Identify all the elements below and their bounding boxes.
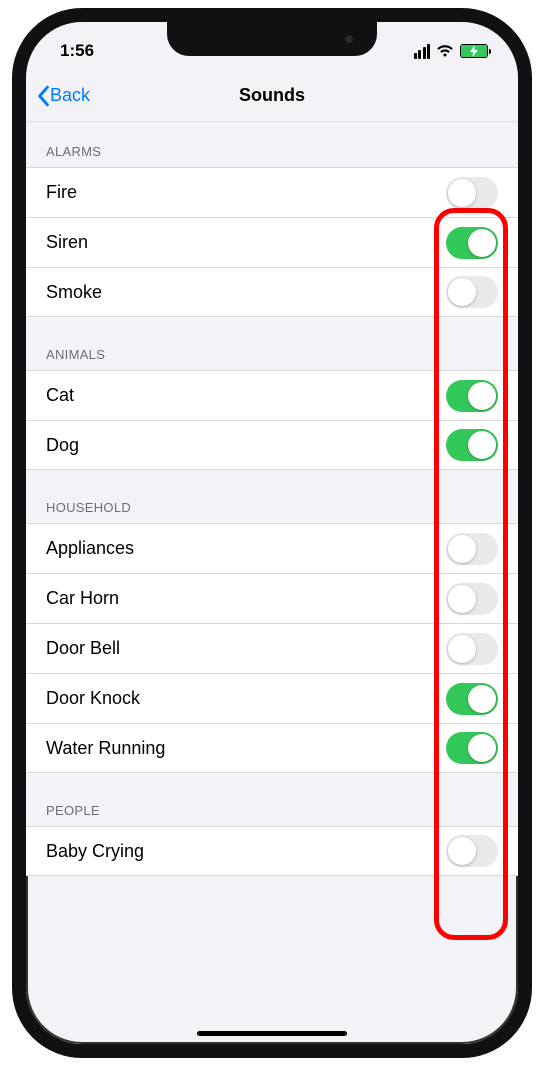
row-label: Door Knock (46, 688, 140, 709)
toggle-switch[interactable] (446, 583, 498, 615)
toggle-switch[interactable] (446, 683, 498, 715)
clock: 1:56 (60, 41, 94, 61)
row-label: Door Bell (46, 638, 120, 659)
settings-row: Door Bell (26, 623, 518, 673)
notch (167, 22, 377, 56)
back-button[interactable]: Back (36, 70, 90, 121)
section-group: Cat Dog (26, 370, 518, 470)
toggle-switch[interactable] (446, 177, 498, 209)
row-label: Siren (46, 232, 88, 253)
section-header: ALARMS (26, 122, 518, 167)
battery-icon (460, 44, 488, 58)
toggle-switch[interactable] (446, 227, 498, 259)
back-label: Back (50, 85, 90, 106)
settings-row: Smoke (26, 267, 518, 317)
row-label: Smoke (46, 282, 102, 303)
settings-row: Appliances (26, 523, 518, 573)
row-label: Baby Crying (46, 841, 144, 862)
toggle-knob (468, 229, 496, 257)
nav-bar: Back Sounds (26, 70, 518, 122)
settings-row: Car Horn (26, 573, 518, 623)
row-label: Dog (46, 435, 79, 456)
chevron-left-icon (36, 85, 50, 107)
toggle-knob (448, 278, 476, 306)
toggle-switch[interactable] (446, 276, 498, 308)
camera-dot (345, 35, 353, 43)
toggle-knob (468, 734, 496, 762)
toggle-switch[interactable] (446, 835, 498, 867)
toggle-switch[interactable] (446, 633, 498, 665)
toggle-knob (448, 635, 476, 663)
row-label: Cat (46, 385, 74, 406)
settings-row: Water Running (26, 723, 518, 773)
section-group: Baby Crying (26, 826, 518, 876)
toggle-knob (448, 535, 476, 563)
row-label: Car Horn (46, 588, 119, 609)
toggle-knob (468, 382, 496, 410)
settings-row: Baby Crying (26, 826, 518, 876)
cellular-signal-icon (414, 44, 431, 59)
settings-row: Door Knock (26, 673, 518, 723)
settings-row: Fire (26, 167, 518, 217)
settings-row: Cat (26, 370, 518, 420)
toggle-knob (468, 685, 496, 713)
section-group: Fire Siren Smoke (26, 167, 518, 317)
toggle-knob (448, 585, 476, 613)
settings-content: ALARMS Fire Siren Smoke ANIMALS Cat Dog HOUSEHO… (26, 122, 518, 876)
toggle-knob (448, 837, 476, 865)
row-label: Fire (46, 182, 77, 203)
section-header: HOUSEHOLD (26, 470, 518, 523)
toggle-switch[interactable] (446, 732, 498, 764)
row-label: Appliances (46, 538, 134, 559)
page-title: Sounds (239, 85, 305, 106)
wifi-icon (436, 44, 454, 58)
section-group: Appliances Car Horn Door Bell Door Knock Wat… (26, 523, 518, 773)
toggle-switch[interactable] (446, 533, 498, 565)
section-header: PEOPLE (26, 773, 518, 826)
toggle-switch[interactable] (446, 380, 498, 412)
toggle-switch[interactable] (446, 429, 498, 461)
status-right (414, 44, 489, 59)
row-label: Water Running (46, 738, 165, 759)
toggle-knob (448, 179, 476, 207)
section-header: ANIMALS (26, 317, 518, 370)
home-indicator[interactable] (197, 1031, 347, 1036)
toggle-knob (468, 431, 496, 459)
settings-row: Siren (26, 217, 518, 267)
settings-row: Dog (26, 420, 518, 470)
phone-frame: 1:56 Back Sounds ALARMS Fire Siren Smoke ANI… (12, 8, 532, 1058)
